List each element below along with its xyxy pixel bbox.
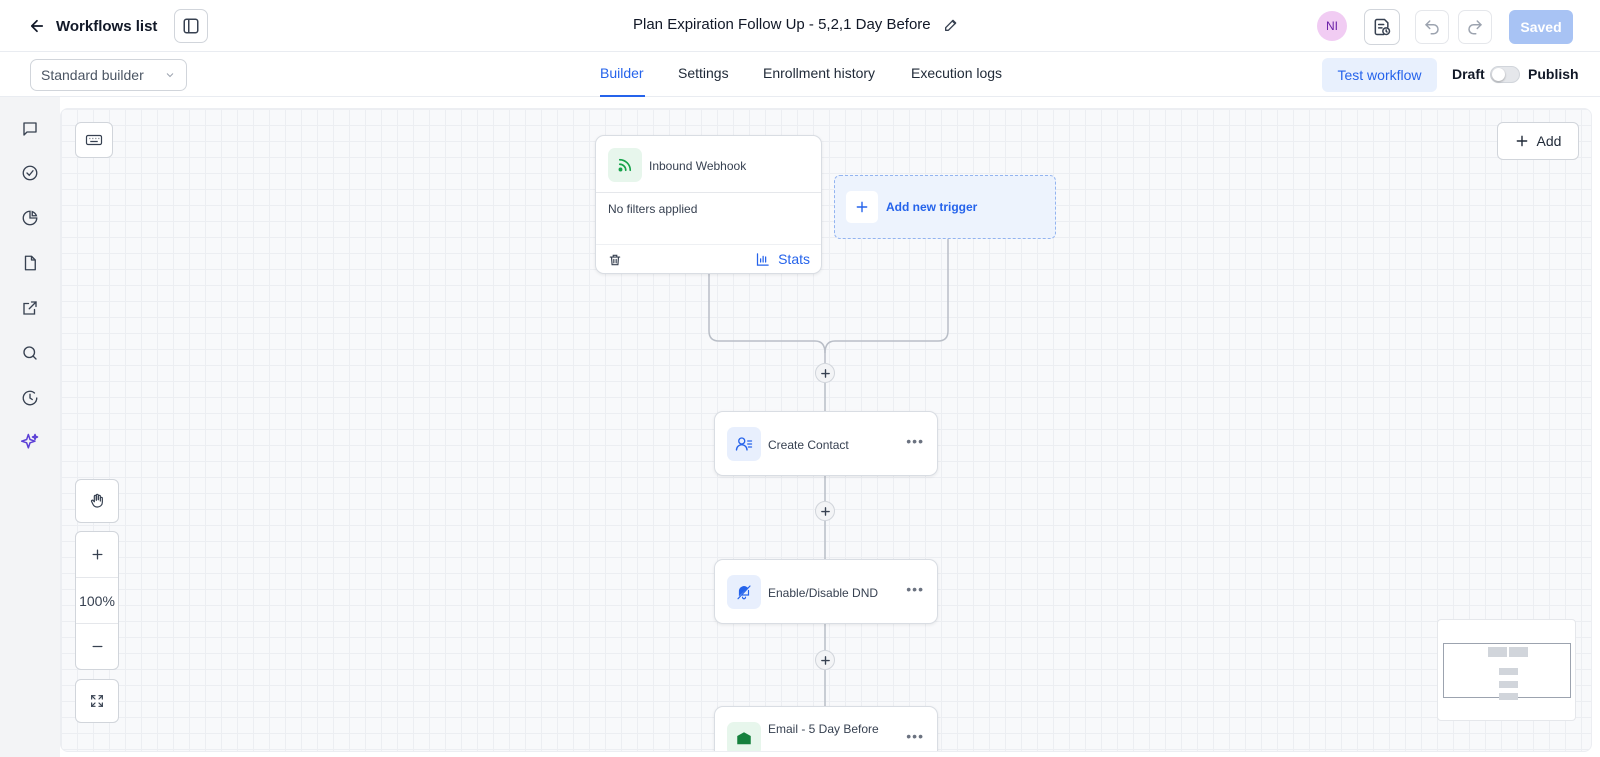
plus-icon — [92, 549, 102, 560]
zoom-level: 100% — [76, 578, 118, 624]
more-options-icon[interactable]: ••• — [906, 581, 924, 597]
chevron-down-icon — [166, 73, 174, 78]
bar-chart-icon — [756, 252, 769, 266]
webhook-icon — [608, 148, 642, 182]
sparkles-icon[interactable] — [19, 431, 41, 453]
add-step-button[interactable] — [815, 650, 835, 670]
avatar[interactable]: NI — [1317, 11, 1347, 41]
test-workflow-button[interactable]: Test workflow — [1322, 58, 1437, 92]
document-icon[interactable] — [19, 252, 41, 274]
undo-icon — [1425, 20, 1439, 35]
tab-enrollment-history[interactable]: Enrollment history — [763, 65, 875, 97]
undo-button[interactable] — [1415, 10, 1449, 44]
plus-icon — [820, 368, 830, 378]
action-node-email[interactable]: Email - 5 Day Before ••• — [714, 706, 938, 751]
trigger-divider — [596, 192, 821, 193]
keyboard-icon — [85, 134, 103, 146]
trigger-title: Inbound Webhook — [649, 159, 747, 173]
clock-history-icon[interactable] — [19, 387, 41, 409]
tab-builder[interactable]: Builder — [600, 65, 645, 97]
action-title: Email - 5 Day Before — [768, 722, 879, 736]
builder-mode-value: Standard builder — [41, 67, 144, 83]
back-to-workflows-link[interactable]: Workflows list — [28, 12, 157, 40]
add-label: Add — [1536, 133, 1562, 149]
add-new-trigger-label: Add new trigger — [886, 200, 978, 214]
workflow-title: Plan Expiration Follow Up - 5,2,1 Day Be… — [633, 16, 959, 33]
add-button[interactable]: Add — [1497, 122, 1579, 160]
pie-chart-icon[interactable] — [19, 207, 41, 229]
builder-toolbar: Standard builder Builder Settings Enroll… — [0, 52, 1600, 97]
minimap-node — [1499, 693, 1518, 700]
draft-label: Draft — [1452, 66, 1485, 82]
arrow-left-icon — [30, 19, 44, 33]
plus-icon — [1516, 135, 1527, 147]
keyboard-shortcuts-button[interactable] — [75, 122, 113, 158]
plus-icon — [820, 506, 830, 516]
pencil-icon[interactable] — [943, 17, 959, 33]
workflow-canvas[interactable]: Add Inbound Webhook No filters applied S… — [60, 108, 1592, 752]
pan-mode-button[interactable] — [75, 479, 119, 523]
minimap-node — [1509, 647, 1528, 657]
expand-icon — [91, 695, 103, 707]
left-rail — [0, 97, 60, 757]
action-title: Create Contact — [768, 438, 849, 452]
action-node-create-contact[interactable]: Create Contact ••• — [714, 411, 938, 476]
more-options-icon[interactable]: ••• — [906, 433, 924, 449]
toggle-knob — [1492, 68, 1505, 81]
hand-icon — [90, 493, 103, 508]
bell-off-icon — [727, 575, 761, 609]
chat-icon[interactable] — [19, 118, 41, 140]
check-circle-icon[interactable] — [19, 162, 41, 184]
minimap-node — [1499, 668, 1518, 675]
add-new-trigger-button[interactable]: Add new trigger — [834, 175, 1056, 239]
zoom-in-button[interactable] — [76, 532, 118, 578]
workflow-title-text: Plan Expiration Follow Up - 5,2,1 Day Be… — [633, 16, 931, 33]
trigger-filter-text: No filters applied — [608, 202, 698, 216]
top-bar: Workflows list Plan Expiration Follow Up… — [0, 0, 1600, 52]
minimap[interactable] — [1437, 619, 1576, 721]
trash-icon[interactable] — [608, 253, 622, 267]
redo-icon — [1468, 20, 1482, 35]
builder-mode-select[interactable]: Standard builder — [30, 59, 187, 91]
document-clock-icon — [1374, 18, 1391, 36]
toggle-sidebar-button[interactable] — [174, 9, 208, 43]
more-options-icon[interactable]: ••• — [906, 728, 924, 744]
publish-toggle[interactable] — [1490, 66, 1520, 83]
action-title: Enable/Disable DND — [768, 586, 879, 600]
stats-button[interactable]: Stats — [755, 251, 810, 267]
zoom-out-button[interactable] — [76, 624, 118, 669]
fit-view-button[interactable] — [75, 679, 119, 723]
minus-icon — [92, 645, 102, 648]
minimap-node — [1488, 647, 1507, 657]
tab-execution-logs[interactable]: Execution logs — [911, 65, 1002, 97]
sidebar-panel-icon — [183, 18, 199, 34]
plus-icon — [846, 191, 878, 223]
external-link-icon[interactable] — [19, 297, 41, 319]
contact-icon — [727, 427, 761, 461]
add-step-button[interactable] — [815, 501, 835, 521]
back-label: Workflows list — [56, 17, 158, 35]
search-icon[interactable] — [19, 342, 41, 364]
plus-icon — [820, 655, 830, 665]
add-step-button[interactable] — [815, 363, 835, 383]
publish-label: Publish — [1528, 66, 1579, 82]
trigger-node[interactable]: Inbound Webhook No filters applied Stats — [595, 135, 822, 274]
tab-settings[interactable]: Settings — [678, 65, 729, 97]
action-node-dnd[interactable]: Enable/Disable DND ••• — [714, 559, 938, 624]
email-icon — [727, 722, 761, 751]
redo-button[interactable] — [1458, 10, 1492, 44]
trigger-footer-divider — [596, 244, 821, 245]
minimap-node — [1499, 681, 1518, 688]
saved-button[interactable]: Saved — [1509, 10, 1573, 44]
zoom-controls: 100% — [75, 531, 119, 670]
stats-label: Stats — [778, 251, 810, 267]
workflow-notes-button[interactable] — [1364, 9, 1400, 45]
